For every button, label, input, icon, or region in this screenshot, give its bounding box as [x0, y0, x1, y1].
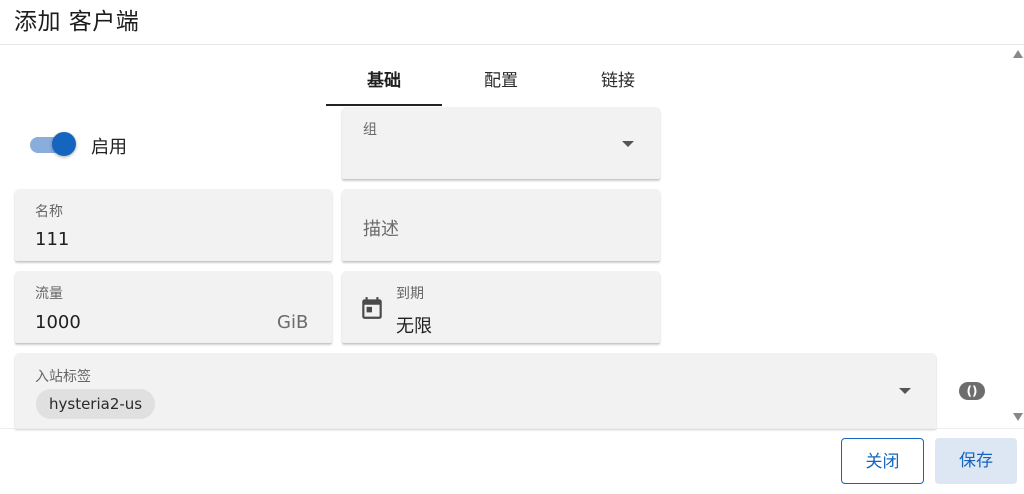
traffic-value: 1000: [35, 312, 81, 333]
traffic-label: 流量: [35, 286, 63, 302]
inbound-tag-chip[interactable]: hysteria2-us: [36, 389, 156, 419]
description-placeholder: 描述: [363, 219, 399, 240]
chevron-down-icon: [899, 388, 911, 394]
tab-basic[interactable]: 基础: [326, 66, 442, 91]
scroll-down-arrow[interactable]: [1013, 413, 1023, 421]
save-button[interactable]: 保存: [935, 438, 1017, 484]
calendar-icon: [359, 295, 385, 325]
header-divider: [0, 44, 1024, 45]
enable-switch[interactable]: [28, 132, 76, 156]
tab-link[interactable]: 链接: [560, 66, 676, 91]
traffic-unit: GiB: [277, 312, 309, 333]
switch-thumb: [52, 132, 76, 156]
group-label: 组: [363, 122, 377, 138]
scroll-up-arrow[interactable]: [1013, 50, 1023, 58]
enable-label: 启用: [91, 137, 127, 158]
traffic-field[interactable]: 流量 1000 GiB: [15, 271, 332, 343]
expiry-label: 到期: [396, 286, 424, 302]
close-button[interactable]: 关闭: [841, 438, 924, 484]
name-field[interactable]: 名称 111: [15, 189, 332, 261]
inbound-tags-label: 入站标签: [35, 369, 91, 385]
group-select[interactable]: 组: [342, 107, 660, 179]
expiry-value: 无限: [396, 316, 432, 337]
footer-divider: [0, 428, 1024, 429]
json-toggle-button[interactable]: (): [959, 382, 985, 400]
tab-active-indicator: [326, 104, 442, 106]
inbound-tags-select[interactable]: 入站标签 hysteria2-us: [15, 353, 936, 428]
tab-config[interactable]: 配置: [443, 66, 559, 91]
dialog-title: 添加 客户端: [14, 9, 140, 35]
expiry-field[interactable]: 到期 无限: [342, 271, 660, 343]
chevron-down-icon: [622, 141, 634, 147]
description-field[interactable]: 描述: [342, 189, 660, 261]
name-value: 111: [35, 229, 70, 250]
name-label: 名称: [35, 204, 63, 220]
